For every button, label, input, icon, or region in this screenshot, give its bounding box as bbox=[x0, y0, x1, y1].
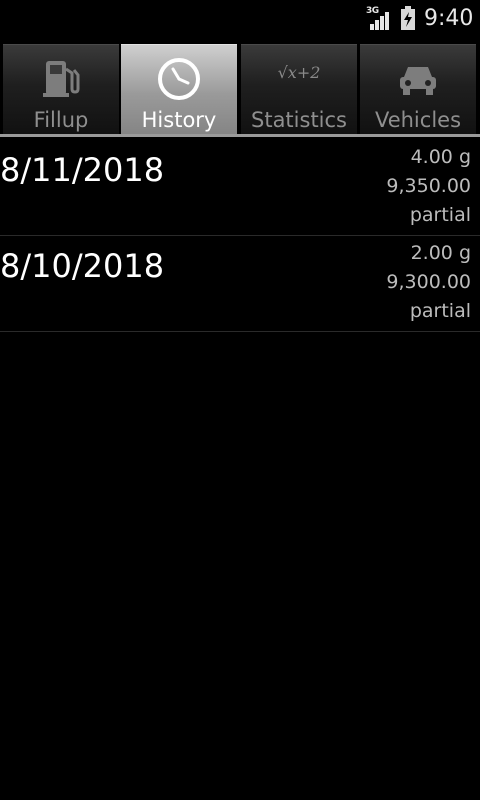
network-type-label: 3G bbox=[366, 6, 379, 16]
tab-underline bbox=[0, 134, 480, 137]
tab-history[interactable]: History bbox=[121, 44, 237, 134]
car-icon bbox=[400, 67, 436, 95]
tab-history-label: History bbox=[141, 108, 217, 132]
tab-vehicles[interactable]: Vehicles bbox=[360, 44, 476, 134]
battery-charging-icon bbox=[401, 6, 415, 30]
list-item[interactable]: 8/11/2018 4.00 g 9,350.00 partial bbox=[0, 140, 480, 236]
clock-icon bbox=[158, 58, 200, 100]
fillup-odometer: 9,350.00 bbox=[386, 175, 471, 197]
status-time: 9:40 bbox=[424, 6, 474, 31]
tab-statistics[interactable]: √x+2 Statistics bbox=[241, 44, 357, 134]
history-list: 8/11/2018 4.00 g 9,350.00 partial 8/10/2… bbox=[0, 140, 480, 332]
battery-indicator bbox=[400, 6, 416, 30]
tab-statistics-label: Statistics bbox=[251, 108, 347, 132]
list-item[interactable]: 8/10/2018 2.00 g 9,300.00 partial bbox=[0, 236, 480, 332]
fuel-pump-icon bbox=[43, 61, 80, 97]
formula-icon: √x+2 bbox=[277, 63, 321, 82]
fillup-amount: 4.00 g bbox=[410, 146, 471, 168]
fillup-odometer: 9,300.00 bbox=[386, 271, 471, 293]
tab-fillup[interactable]: Fillup bbox=[3, 44, 119, 134]
fillup-amount: 2.00 g bbox=[410, 242, 471, 264]
tab-vehicles-label: Vehicles bbox=[374, 108, 462, 132]
fillup-type: partial bbox=[409, 300, 471, 322]
network-signal: 3G bbox=[366, 6, 394, 32]
fillup-type: partial bbox=[409, 204, 471, 226]
fillup-date: 8/11/2018 bbox=[0, 151, 165, 189]
fillup-details: 2.00 g 9,300.00 partial bbox=[386, 239, 471, 326]
tab-bar: Fillup History √x+2 Statistics Vehicles bbox=[0, 42, 480, 138]
fillup-date: 8/10/2018 bbox=[0, 247, 165, 285]
tab-fillup-label: Fillup bbox=[33, 108, 89, 132]
fillup-details: 4.00 g 9,350.00 partial bbox=[386, 143, 471, 230]
status-bar: 3G 9:40 bbox=[0, 0, 480, 38]
